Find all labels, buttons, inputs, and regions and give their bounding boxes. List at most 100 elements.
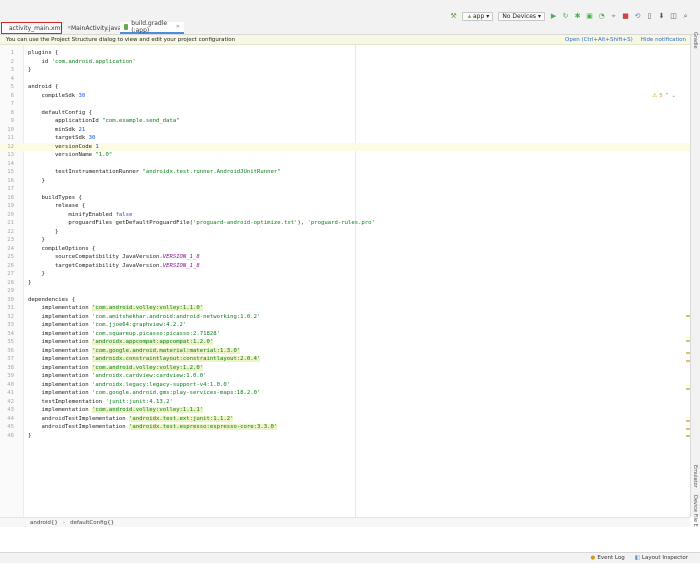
code-token: 'androidx.cardview:cardview:1.0.0' bbox=[92, 373, 207, 379]
code-line[interactable]: 15 testInstrumentationRunner "androidx.t… bbox=[0, 168, 690, 177]
code-token: minifyEnabled bbox=[28, 211, 116, 218]
code-line[interactable]: 32 implementation 'com.amitshekhar.andro… bbox=[0, 313, 690, 322]
code-line[interactable]: 13 versionName "1.0" bbox=[0, 151, 690, 160]
sync-icon[interactable]: ⟲ bbox=[634, 12, 641, 20]
code-editor[interactable]: 1 plugins {2 id 'com.android.application'… bbox=[0, 45, 690, 517]
scroll-marker[interactable] bbox=[686, 340, 690, 342]
code-line[interactable]: 17 bbox=[0, 185, 690, 194]
code-line[interactable]: 2 id 'com.android.application' bbox=[0, 58, 690, 67]
profiler-icon[interactable]: ◔ bbox=[598, 12, 605, 20]
search-icon[interactable]: ⌕ bbox=[682, 12, 689, 20]
code-line[interactable]: 4 bbox=[0, 75, 690, 84]
code-line[interactable]: 39 implementation 'androidx.cardview:car… bbox=[0, 372, 690, 381]
hide-notification-link[interactable]: Hide notification bbox=[641, 37, 686, 43]
device-manager-icon[interactable]: ▯ bbox=[646, 12, 653, 20]
scroll-marker[interactable] bbox=[686, 315, 690, 317]
code-text: targetSdk 30 bbox=[28, 134, 95, 143]
code-line[interactable]: 34 implementation 'com.squareup.picasso:… bbox=[0, 330, 690, 339]
code-line[interactable]: 35 implementation 'androidx.appcompat:ap… bbox=[0, 338, 690, 347]
code-line[interactable]: 31 implementation 'com.android.volley:vo… bbox=[0, 304, 690, 313]
hammer-icon[interactable]: ⚒ bbox=[450, 12, 457, 20]
code-line[interactable]: 6 compileSdk 30 bbox=[0, 92, 690, 101]
breadcrumb-android[interactable]: android{} bbox=[30, 520, 58, 526]
code-line[interactable]: 30 dependencies { bbox=[0, 296, 690, 305]
layout-inspector-button[interactable]: ◧ Layout Inspector bbox=[635, 555, 688, 561]
code-line[interactable]: 21 proguardFiles getDefaultProguardFile(… bbox=[0, 219, 690, 228]
code-line[interactable]: 7 bbox=[0, 100, 690, 109]
breadcrumb-defaultconfig[interactable]: defaultConfig{} bbox=[70, 520, 114, 526]
code-line[interactable]: 36 implementation 'com.google.android.ma… bbox=[0, 347, 690, 356]
code-line[interactable]: 43 implementation 'com.android.volley:vo… bbox=[0, 406, 690, 415]
close-icon[interactable]: ✕ bbox=[176, 24, 180, 30]
run-icon[interactable]: ▶ bbox=[550, 12, 557, 20]
code-token: androidTestImplementation bbox=[28, 415, 130, 422]
code-line[interactable]: 11 targetSdk 30 bbox=[0, 134, 690, 143]
warnings-indicator[interactable]: ⚠ 5 ⌃ ⌄ bbox=[652, 93, 676, 99]
code-line[interactable]: 3} bbox=[0, 66, 690, 75]
code-line[interactable]: 24 compileOptions { bbox=[0, 245, 690, 254]
code-line[interactable]: 9 applicationId "com.example.send_data" bbox=[0, 117, 690, 126]
code-line[interactable]: 41 implementation 'com.google.android.gm… bbox=[0, 389, 690, 398]
coverage-icon[interactable]: ▣ bbox=[586, 12, 593, 20]
sdk-manager-icon[interactable]: ⬇ bbox=[658, 12, 665, 20]
code-line[interactable]: 46} bbox=[0, 432, 690, 441]
run-config-select[interactable]: ▴ app ▾ bbox=[462, 11, 494, 21]
code-line[interactable]: 38 implementation 'com.android.volley:vo… bbox=[0, 364, 690, 373]
scroll-marker[interactable] bbox=[686, 352, 690, 354]
code-line[interactable]: 14 bbox=[0, 160, 690, 169]
attach-debugger-icon[interactable]: ⌖ bbox=[610, 12, 617, 20]
code-line[interactable]: 8 defaultConfig { bbox=[0, 109, 690, 118]
tab-build-gradle-app[interactable]: build.gradle (:app) ✕ bbox=[120, 20, 184, 34]
tab-mainactivity-java[interactable]: MainActivity.java ✕ bbox=[64, 22, 131, 34]
code-line[interactable]: 1 plugins { bbox=[0, 49, 690, 58]
gradle-file-icon bbox=[124, 24, 129, 30]
code-text: release { bbox=[28, 202, 85, 211]
code-text: android { bbox=[28, 83, 58, 92]
code-line[interactable]: 28} bbox=[0, 279, 690, 288]
tab-activity-main-xml[interactable]: activity_main.xml ✕ bbox=[1, 22, 71, 34]
code-line[interactable]: 22 } bbox=[0, 228, 690, 237]
code-line[interactable]: 29 bbox=[0, 287, 690, 296]
scroll-marker[interactable] bbox=[686, 388, 690, 390]
code-text: compileOptions { bbox=[28, 245, 95, 254]
code-line[interactable]: 26 targetCompatibility JavaVersion.VERSI… bbox=[0, 262, 690, 271]
code-line[interactable]: 12 versionCode 1 bbox=[0, 142, 690, 151]
debug-icon[interactable]: ✱ bbox=[574, 12, 581, 20]
scroll-marker[interactable] bbox=[686, 435, 690, 437]
code-line[interactable]: 44 androidTestImplementation 'androidx.t… bbox=[0, 415, 690, 424]
refresh-icon[interactable]: ↻ bbox=[562, 12, 569, 20]
code-token: android { bbox=[28, 84, 59, 90]
code-token: id bbox=[28, 58, 52, 65]
code-line[interactable]: 37 implementation 'androidx.constraintla… bbox=[0, 355, 690, 364]
code-line[interactable]: 42 testImplementation 'junit:junit:4.13.… bbox=[0, 398, 690, 407]
event-log-button[interactable]: ● Event Log bbox=[591, 555, 625, 561]
scroll-marker[interactable] bbox=[686, 360, 690, 362]
device-select[interactable]: No Devices ▾ bbox=[498, 11, 546, 21]
code-token: 30 bbox=[78, 92, 86, 99]
code-line[interactable]: 5 android { bbox=[0, 83, 690, 92]
code-line[interactable]: 18 buildTypes { bbox=[0, 194, 690, 203]
stop-icon[interactable]: ■ bbox=[622, 12, 629, 20]
code-line[interactable]: 20 minifyEnabled false bbox=[0, 211, 690, 220]
code-line[interactable]: 25 sourceCompatibility JavaVersion.VERSI… bbox=[0, 253, 690, 262]
code-line[interactable]: 40 implementation 'androidx.legacy:legac… bbox=[0, 381, 690, 390]
code-line[interactable]: 33 implementation 'com.jjoe64:graphview:… bbox=[0, 321, 690, 330]
code-line[interactable]: 16 } bbox=[0, 177, 690, 186]
code-token: ), bbox=[297, 220, 308, 226]
code-line[interactable]: 10 minSdk 21 bbox=[0, 126, 690, 135]
scroll-marker[interactable] bbox=[686, 420, 690, 422]
emulator-panel-tab[interactable]: Emulator bbox=[692, 465, 698, 488]
assistant-icon[interactable]: ◫ bbox=[670, 12, 677, 20]
open-project-structure-link[interactable]: Open (Ctrl+Alt+Shift+S) bbox=[565, 37, 633, 43]
line-number: 36 bbox=[7, 347, 14, 354]
scroll-marker[interactable] bbox=[686, 428, 690, 430]
code-line[interactable]: 27 } bbox=[0, 270, 690, 279]
line-number: 11 bbox=[7, 135, 14, 141]
code-line[interactable]: 45 androidTestImplementation 'androidx.t… bbox=[0, 423, 690, 432]
line-number: 33 bbox=[7, 322, 14, 328]
gradle-panel-tab[interactable]: Gradle bbox=[692, 32, 698, 49]
line-number: 25 bbox=[7, 254, 14, 260]
code-line[interactable]: 23 } bbox=[0, 236, 690, 245]
code-line[interactable]: 19 release { bbox=[0, 202, 690, 211]
code-token: VERSION_1_8 bbox=[162, 254, 200, 260]
